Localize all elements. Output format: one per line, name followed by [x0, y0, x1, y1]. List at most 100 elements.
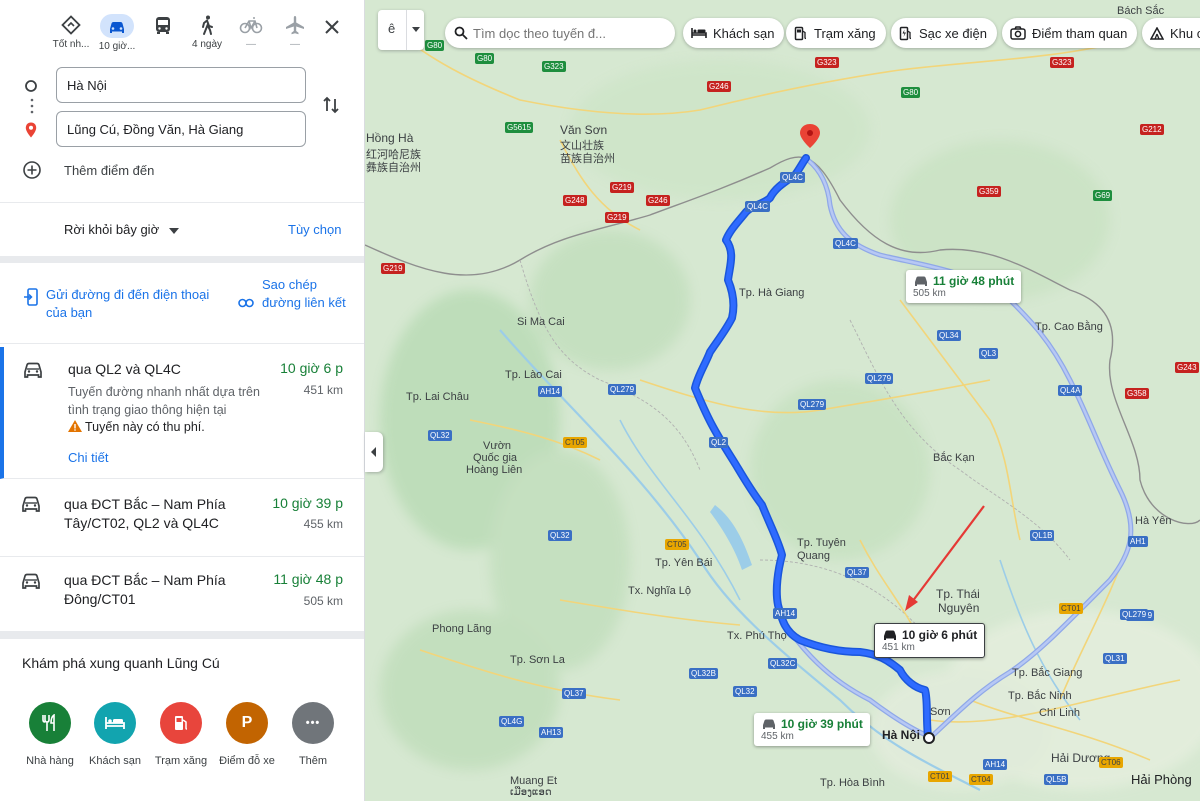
depart-now-dropdown[interactable]: Rời khỏi bây giờ — [64, 222, 179, 237]
car-icon — [22, 573, 40, 589]
explore-label: Thêm — [298, 755, 328, 767]
directions-panel: Tốt nh... 10 giờ... 4 ngày — — Hà Nội Lũ… — [0, 0, 365, 801]
map-canvas[interactable]: Bách Sắc Hồng Hà 红河哈尼族 彝族自治州 Văn Sơn 文山壮… — [365, 0, 1200, 801]
depart-label: Rời khỏi bây giờ — [64, 222, 160, 237]
explore-more[interactable]: ••• Thêm — [280, 702, 346, 767]
car-icon — [24, 362, 42, 378]
add-circle-icon — [23, 161, 41, 179]
route-details-link[interactable]: Chi tiết — [68, 450, 108, 465]
road-shield: CT01 — [1059, 603, 1083, 614]
place-label: Bách Sắc — [1117, 5, 1165, 17]
road-shield: QL37 — [845, 567, 869, 578]
mode-flight-label: — — [290, 39, 300, 50]
road-shield: CT04 — [969, 774, 993, 785]
road-shield: G358 — [1125, 388, 1149, 399]
route-option-2[interactable]: qua ĐCT Bắc – Nam Phía Tây/CT02, QL2 và … — [0, 481, 364, 557]
route-bubble-alt-2[interactable]: 10 giờ 39 phút 455 km — [754, 713, 870, 746]
road-shield: QL4C — [745, 201, 770, 212]
place-label: Muang Et — [510, 775, 558, 787]
origin-input[interactable] — [56, 67, 306, 103]
explore-hotels[interactable]: Khách sạn — [82, 702, 148, 767]
toll-warning: Tuyến này có thu phí. — [68, 420, 205, 434]
road-shield: AH1 — [1128, 536, 1148, 547]
plane-icon — [286, 16, 304, 35]
chip-hotels[interactable]: Khách sạn — [683, 18, 785, 48]
road-shield: QL5B — [1044, 774, 1069, 785]
search-along-route[interactable] — [445, 18, 675, 48]
route-bubble-selected[interactable]: 10 giờ 6 phút 451 km — [874, 623, 986, 658]
chip-attractions[interactable]: Điểm tham quan — [1002, 18, 1138, 48]
mode-cycling[interactable]: — — [228, 10, 274, 56]
campground-icon — [1150, 26, 1164, 40]
place-label: Tp. Tuyên — [797, 537, 846, 549]
mode-driving[interactable]: 10 giờ... — [94, 10, 140, 56]
close-icon[interactable] — [321, 16, 343, 38]
mode-best[interactable]: Tốt nh... — [48, 10, 94, 56]
place-label: Chí Linh — [1039, 707, 1080, 719]
place-label: Văn Sơn — [560, 123, 608, 137]
road-shield: QL32 — [733, 686, 757, 697]
chip-label: Khu c — [1170, 25, 1200, 41]
collapse-panel-button[interactable] — [365, 432, 383, 472]
route-bubble-alt-3[interactable]: 11 giờ 48 phút 505 km — [906, 270, 1022, 303]
gas-station-icon — [794, 26, 807, 40]
place-label: Tp. Sơn La — [510, 654, 565, 666]
maps-app: Tốt nh... 10 giờ... 4 ngày — — Hà Nội Lũ… — [0, 0, 1200, 801]
place-label: Hà Nội — [882, 728, 921, 742]
road-shield: CT05 — [563, 437, 587, 448]
link-icon — [238, 298, 254, 308]
route-distance: 455 km — [303, 517, 343, 531]
route-time: 10 giờ 6 p — [280, 360, 343, 376]
place-label: Tp. Hòa Bình — [820, 777, 885, 789]
mode-transit[interactable] — [140, 10, 186, 56]
place-label: Phong Lãng — [432, 623, 492, 635]
route-distance: 451 km — [303, 383, 343, 397]
explore-gas-stations[interactable]: Trạm xăng — [148, 702, 214, 767]
road-shield: QL3 — [979, 348, 999, 359]
car-icon — [763, 719, 775, 729]
separator — [406, 10, 407, 50]
mode-flight[interactable]: — — [272, 10, 318, 56]
divider — [0, 343, 364, 344]
divider — [0, 202, 364, 203]
explore-title: Khám phá xung quanh Lũng Cú — [22, 655, 220, 671]
divider — [0, 632, 364, 639]
route-option-3[interactable]: qua ĐCT Bắc – Nam Phía Đông/CT01 11 giờ … — [0, 558, 364, 632]
road-shield: QL279 — [798, 399, 827, 410]
explore-parking[interactable]: P Điểm đỗ xe — [214, 702, 280, 767]
parking-icon: P — [226, 702, 268, 744]
road-shield: G323 — [542, 61, 566, 72]
swap-icon[interactable] — [320, 94, 342, 116]
place-label: 苗族自治州 — [560, 153, 615, 165]
place-label: Tp. Cao Bằng — [1035, 321, 1103, 333]
explore-label: Nhà hàng — [26, 755, 74, 767]
road-shield: QL2 — [709, 437, 729, 448]
chip-ev-charging[interactable]: Sạc xe điện — [891, 18, 997, 48]
road-shield: G219 — [605, 212, 629, 223]
road-shield: G69 — [1093, 190, 1113, 201]
chip-label: Trạm xăng — [814, 25, 876, 41]
chip-gas-stations[interactable]: Trạm xăng — [786, 18, 886, 48]
road-shield: G80 — [475, 53, 495, 64]
mode-walking[interactable]: 4 ngày — [184, 10, 230, 56]
explore-restaurants[interactable]: Nhà hàng — [17, 702, 83, 767]
road-shield: G212 — [1140, 124, 1164, 135]
bus-icon — [156, 17, 170, 34]
destination-input[interactable] — [56, 111, 306, 147]
road-shield: G243 — [1175, 362, 1199, 373]
route-option-1[interactable]: qua QL2 và QL4C 10 giờ 6 p 451 km Tuyến … — [0, 347, 364, 479]
road-shield: AH14 — [773, 608, 798, 619]
road-shield: G323 — [1050, 57, 1074, 68]
place-label: Tp. Bắc Giang — [1012, 667, 1083, 679]
road-shield: QL4C — [833, 238, 858, 249]
input-tools-button[interactable]: ê — [378, 10, 424, 50]
chip-campgrounds[interactable]: Khu c — [1142, 18, 1200, 48]
road-shield: QL279 — [1120, 609, 1149, 620]
search-along-route-input[interactable] — [473, 24, 663, 42]
options-link[interactable]: Tùy chọn — [288, 222, 341, 237]
divider — [0, 256, 364, 263]
copy-link-label: Sao chép đường liên kết — [262, 277, 346, 310]
chip-label: Điểm tham quan — [1032, 25, 1128, 41]
place-label: Hoàng Liên — [466, 464, 523, 476]
place-label: Quốc gia — [473, 452, 518, 464]
